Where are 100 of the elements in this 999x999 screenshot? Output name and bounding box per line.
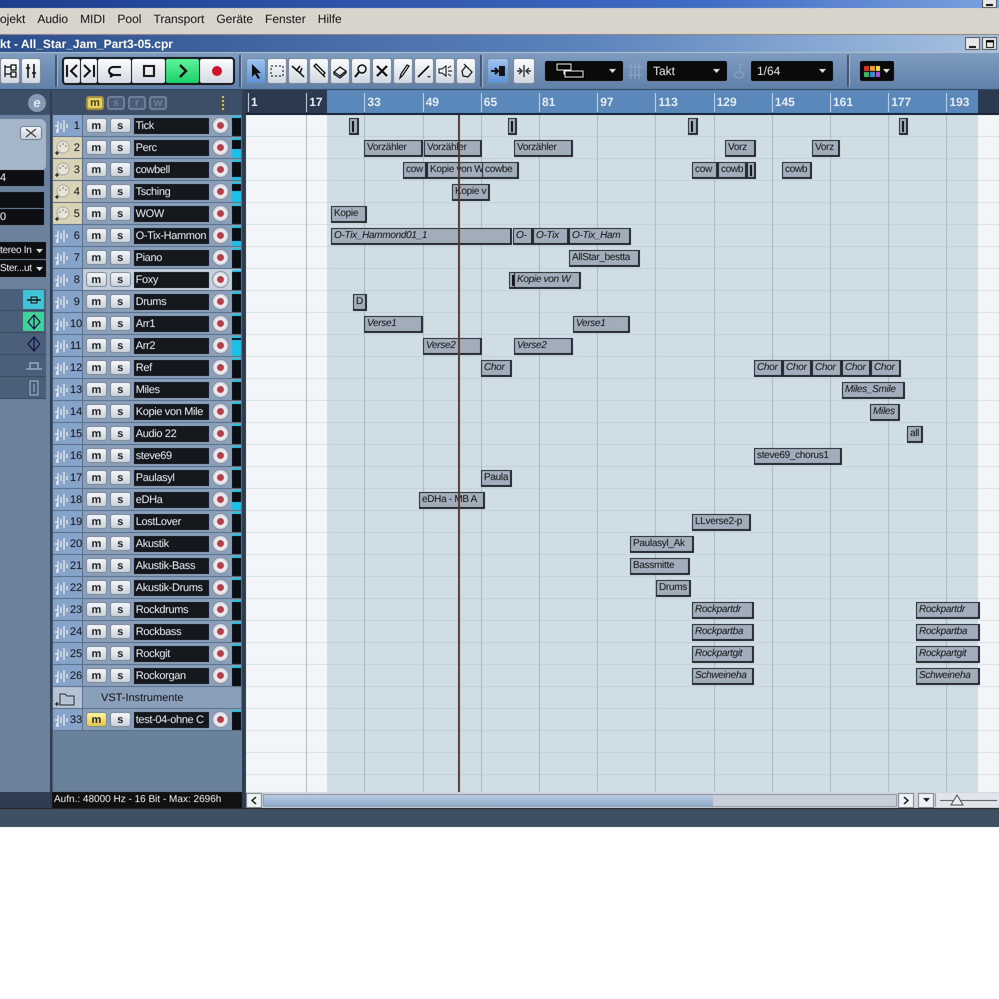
midi-part[interactable]: Chor: [842, 360, 871, 377]
to-start-button[interactable]: [64, 59, 80, 83]
event-block[interactable]: [899, 118, 908, 135]
midi-part[interactable]: Schweineha: [916, 668, 980, 685]
record-button[interactable]: [200, 59, 233, 83]
solo-button[interactable]: s: [110, 228, 131, 243]
track-header[interactable]: 22 m s Akustik-Drums: [53, 577, 242, 599]
menu-item[interactable]: Transport: [153, 12, 212, 26]
mute-button[interactable]: m: [86, 536, 107, 551]
track-name-field[interactable]: Tick: [134, 118, 210, 134]
solo-button[interactable]: s: [110, 558, 131, 573]
track-name-field[interactable]: LostLover: [134, 514, 210, 530]
event-block[interactable]: [508, 118, 517, 135]
track-header[interactable]: 9 m s Drums: [53, 291, 242, 313]
record-enable-button[interactable]: [212, 227, 230, 244]
mute-button[interactable]: m: [86, 712, 107, 727]
record-enable-button[interactable]: [212, 623, 230, 640]
track-name-field[interactable]: test-04-ohne C: [134, 712, 210, 728]
event-block[interactable]: [349, 118, 359, 135]
solo-button[interactable]: s: [110, 602, 131, 617]
track-name-field[interactable]: Akustik: [134, 536, 210, 552]
midi-part[interactable]: Chor: [871, 360, 901, 377]
solo-button[interactable]: s: [110, 162, 131, 177]
solo-button[interactable]: s: [110, 448, 131, 463]
track-name-field[interactable]: Rockorgan: [134, 668, 210, 684]
track-name-field[interactable]: Rockbass: [134, 624, 210, 640]
record-enable-button[interactable]: [212, 205, 230, 222]
track-name-field[interactable]: Tsching: [134, 184, 210, 200]
mute-button[interactable]: m: [86, 580, 107, 595]
mute-button[interactable]: m: [86, 668, 107, 683]
scrollbar-thumb[interactable]: [264, 794, 713, 806]
midi-part[interactable]: Miles: [870, 404, 900, 421]
audio-event[interactable]: Vorz: [725, 140, 756, 157]
track-header[interactable]: 13 m s Miles: [53, 379, 242, 401]
record-enable-button[interactable]: [212, 293, 230, 310]
stop-button[interactable]: [132, 59, 165, 83]
track-name-field[interactable]: eDHa: [134, 492, 210, 508]
eq-button[interactable]: [23, 312, 44, 331]
midi-part[interactable]: Schweineha: [692, 668, 754, 685]
audio-event[interactable]: Kopie: [331, 206, 367, 223]
solo-button[interactable]: s: [110, 404, 131, 419]
midi-part[interactable]: Rockpartba: [692, 624, 754, 641]
horizontal-scrollbar[interactable]: [263, 794, 897, 806]
track-header[interactable]: 5 m s WOW: [53, 203, 242, 225]
audio-event[interactable]: cowb: [782, 162, 812, 179]
audio-event[interactable]: Paulasyl_Ak: [630, 536, 694, 553]
audio-event[interactable]: cow: [692, 162, 718, 179]
track-name-field[interactable]: Ref: [134, 360, 210, 376]
mute-button[interactable]: m: [86, 448, 107, 463]
quantize-dropdown[interactable]: 1/64: [751, 61, 833, 81]
inspector-field[interactable]: 4: [0, 170, 44, 186]
track-name-field[interactable]: Miles: [134, 382, 210, 398]
record-enable-button[interactable]: [212, 513, 230, 530]
record-enable-button[interactable]: [212, 491, 230, 508]
mute-button[interactable]: m: [86, 338, 107, 353]
solo-button[interactable]: s: [110, 668, 131, 683]
mute-button[interactable]: m: [86, 492, 107, 507]
solo-button[interactable]: s: [110, 184, 131, 199]
track-header[interactable]: 20 m s Akustik: [53, 533, 242, 555]
record-enable-button[interactable]: [212, 249, 230, 266]
record-enable-button[interactable]: [212, 139, 230, 156]
solo-button[interactable]: s: [110, 140, 131, 155]
audio-event[interactable]: cow: [403, 162, 427, 179]
midi-part[interactable]: Chor: [783, 360, 812, 377]
mute-button[interactable]: m: [86, 404, 107, 419]
audio-event[interactable]: D: [353, 294, 367, 311]
solo-button[interactable]: s: [110, 492, 131, 507]
glue-tool-button[interactable]: [309, 58, 329, 84]
solo-button[interactable]: s: [110, 294, 131, 309]
audio-event[interactable]: AllStar_bestta: [569, 250, 640, 267]
track-header[interactable]: 26 m s Rockorgan: [53, 665, 242, 687]
track-name-field[interactable]: Rockdrums: [134, 602, 210, 618]
midi-part[interactable]: O-Tix_Hammond01_1: [331, 228, 512, 245]
record-enable-button[interactable]: [212, 425, 230, 442]
mute-button[interactable]: m: [86, 118, 107, 133]
close-button[interactable]: [20, 126, 42, 140]
track-name-field[interactable]: Akustik-Drums: [134, 580, 210, 596]
record-enable-button[interactable]: [212, 711, 230, 728]
mute-button[interactable]: m: [86, 272, 107, 287]
play-button[interactable]: [166, 59, 199, 83]
draw-tool-button[interactable]: [393, 58, 413, 84]
event-block[interactable]: [747, 162, 756, 179]
track-header[interactable]: 3 m s cowbell: [53, 159, 242, 181]
midi-part[interactable]: Miles_Smile: [842, 382, 905, 399]
record-enable-button[interactable]: [212, 117, 230, 134]
midi-part[interactable]: Verse2: [514, 338, 573, 355]
record-enable-button[interactable]: [212, 447, 230, 464]
track-header[interactable]: 12 m s Ref: [53, 357, 242, 379]
midi-part[interactable]: Rockpartgit: [692, 646, 754, 663]
solo-button[interactable]: s: [110, 536, 131, 551]
follow-toggle-button[interactable]: [487, 58, 509, 84]
record-enable-button[interactable]: [212, 359, 230, 376]
output-dropdown[interactable]: Ster...ut: [0, 260, 46, 277]
to-end-button[interactable]: [81, 59, 97, 83]
track-name-field[interactable]: WOW: [134, 206, 210, 222]
track-header[interactable]: 7 m s Piano: [53, 247, 242, 269]
mute-button[interactable]: m: [86, 624, 107, 639]
midi-part[interactable]: O-: [513, 228, 533, 245]
minimize-button[interactable]: [965, 37, 980, 50]
mixer-view-button[interactable]: [21, 58, 41, 84]
